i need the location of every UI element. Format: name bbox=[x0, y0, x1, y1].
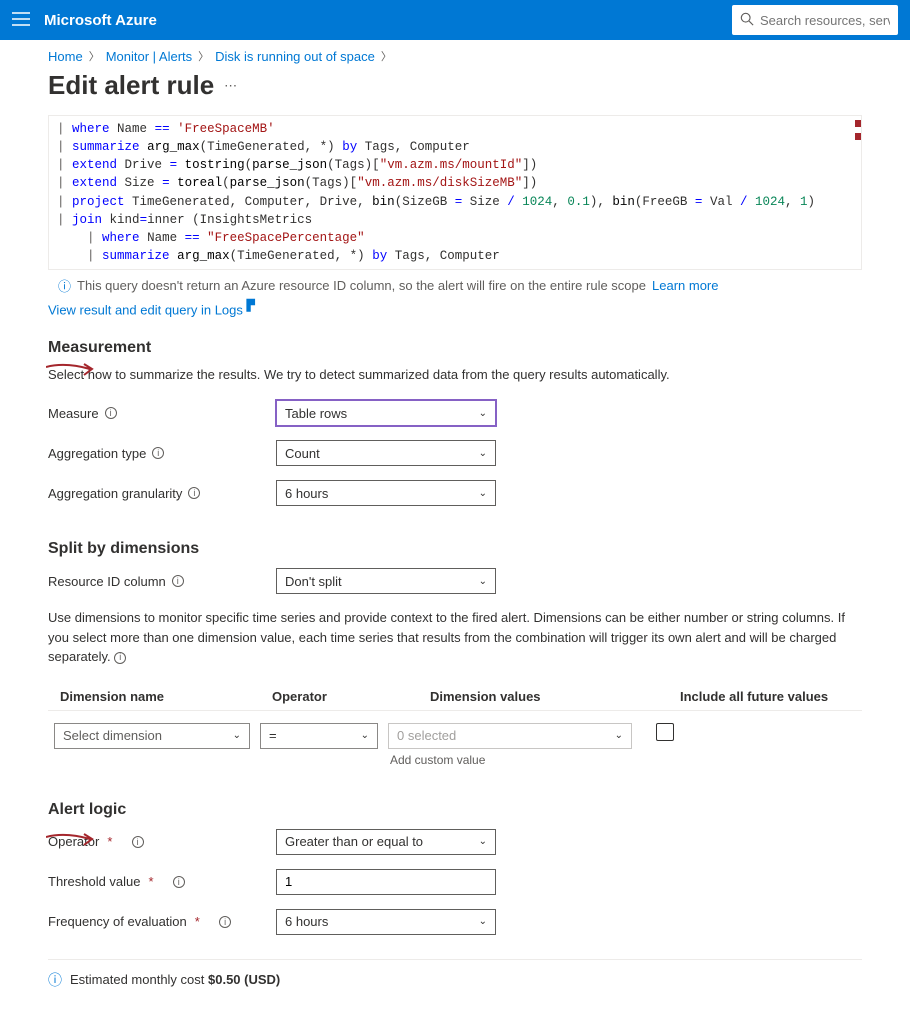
info-icon: ⓘ bbox=[48, 970, 62, 990]
info-icon[interactable]: i bbox=[188, 487, 200, 499]
chevron-down-icon: ⌄ bbox=[233, 730, 241, 741]
hamburger-icon[interactable] bbox=[12, 12, 30, 29]
chevron-down-icon: ⌄ bbox=[479, 408, 487, 419]
dimension-row: Select dimension⌄ =⌄ 0 selected⌄ bbox=[48, 723, 862, 749]
measure-label: Measure bbox=[48, 406, 99, 421]
global-search-input[interactable] bbox=[760, 13, 890, 28]
open-logs-icon: ▛ bbox=[247, 300, 255, 312]
chevron-down-icon: ⌄ bbox=[479, 576, 487, 587]
dimension-name-dropdown[interactable]: Select dimension⌄ bbox=[54, 723, 250, 749]
frequency-dropdown[interactable]: 6 hours⌄ bbox=[276, 909, 496, 935]
query-scope-note: ⓘ This query doesn't return an Azure res… bbox=[48, 276, 862, 295]
more-actions-icon[interactable]: ⋯ bbox=[224, 78, 238, 94]
chevron-right-icon: 〉 bbox=[381, 48, 392, 64]
query-editor[interactable]: | where Name == 'FreeSpaceMB' | summariz… bbox=[48, 115, 862, 270]
arrow-annotation-icon bbox=[46, 361, 96, 379]
aggregation-type-label: Aggregation type bbox=[48, 446, 146, 461]
frequency-label: Frequency of evaluation bbox=[48, 914, 187, 929]
operator-dropdown[interactable]: Greater than or equal to⌄ bbox=[276, 829, 496, 855]
query-note-text: This query doesn't return an Azure resou… bbox=[77, 278, 646, 293]
breadcrumb-home[interactable]: Home bbox=[48, 49, 83, 64]
marker-icon bbox=[855, 120, 862, 127]
arrow-annotation-icon bbox=[46, 831, 96, 849]
dim-col-operator: Operator bbox=[272, 689, 430, 704]
chevron-down-icon: ⌄ bbox=[479, 836, 487, 847]
aggregation-granularity-label: Aggregation granularity bbox=[48, 486, 182, 501]
threshold-label: Threshold value bbox=[48, 874, 141, 889]
learn-more-link[interactable]: Learn more bbox=[652, 278, 718, 293]
dimensions-table-header: Dimension name Operator Dimension values… bbox=[48, 683, 862, 711]
chevron-down-icon: ⌄ bbox=[361, 730, 369, 741]
resource-id-column-label: Resource ID column bbox=[48, 574, 166, 589]
global-search[interactable] bbox=[732, 5, 898, 35]
measurement-description: Select how to summarize the results. We … bbox=[48, 367, 862, 382]
marker-icon bbox=[855, 133, 862, 140]
estimated-cost-row: ⓘ Estimated monthly cost $0.50 (USD) bbox=[48, 959, 862, 990]
dim-col-values: Dimension values bbox=[430, 689, 680, 704]
breadcrumb: Home 〉 Monitor | Alerts 〉 Disk is runnin… bbox=[0, 40, 910, 68]
chevron-down-icon: ⌄ bbox=[479, 448, 487, 459]
top-bar: Microsoft Azure bbox=[0, 0, 910, 40]
info-icon[interactable]: i bbox=[152, 447, 164, 459]
info-icon[interactable]: i bbox=[173, 876, 185, 888]
add-custom-value-link[interactable]: Add custom value bbox=[390, 753, 862, 767]
threshold-value-input[interactable] bbox=[276, 869, 496, 895]
dim-col-future: Include all future values bbox=[680, 689, 850, 704]
info-icon[interactable]: i bbox=[105, 407, 117, 419]
brand-label: Microsoft Azure bbox=[44, 12, 157, 29]
chevron-right-icon: 〉 bbox=[198, 48, 209, 64]
section-heading-split: Split by dimensions bbox=[48, 540, 862, 558]
search-icon bbox=[740, 12, 754, 29]
dimensions-hint: Use dimensions to monitor specific time … bbox=[48, 608, 862, 667]
include-future-values-checkbox[interactable] bbox=[656, 723, 674, 741]
breadcrumb-rule-name[interactable]: Disk is running out of space bbox=[215, 49, 375, 64]
resource-id-column-dropdown[interactable]: Don't split⌄ bbox=[276, 568, 496, 594]
info-icon: ⓘ bbox=[58, 276, 71, 295]
dim-col-name: Dimension name bbox=[60, 689, 272, 704]
chevron-right-icon: 〉 bbox=[89, 48, 100, 64]
aggregation-type-dropdown[interactable]: Count⌄ bbox=[276, 440, 496, 466]
section-heading-measurement: Measurement bbox=[48, 339, 862, 357]
estimated-cost-label: Estimated monthly cost $0.50 (USD) bbox=[70, 972, 280, 987]
chevron-down-icon: ⌄ bbox=[615, 730, 623, 741]
dimension-operator-dropdown[interactable]: =⌄ bbox=[260, 723, 378, 749]
info-icon[interactable]: i bbox=[172, 575, 184, 587]
chevron-down-icon: ⌄ bbox=[479, 488, 487, 499]
view-in-logs-link[interactable]: View result and edit query in Logs bbox=[48, 302, 243, 317]
info-icon[interactable]: i bbox=[132, 836, 144, 848]
measure-dropdown[interactable]: Table rows⌄ bbox=[276, 400, 496, 426]
page-title-row: Edit alert rule ⋯ bbox=[0, 68, 910, 115]
chevron-down-icon: ⌄ bbox=[479, 916, 487, 927]
page-title: Edit alert rule bbox=[48, 70, 214, 101]
info-icon[interactable]: i bbox=[114, 652, 126, 664]
breadcrumb-monitor-alerts[interactable]: Monitor | Alerts bbox=[106, 49, 192, 64]
section-heading-alert-logic: Alert logic bbox=[48, 801, 862, 819]
dimension-values-dropdown[interactable]: 0 selected⌄ bbox=[388, 723, 632, 749]
info-icon[interactable]: i bbox=[219, 916, 231, 928]
aggregation-granularity-dropdown[interactable]: 6 hours⌄ bbox=[276, 480, 496, 506]
